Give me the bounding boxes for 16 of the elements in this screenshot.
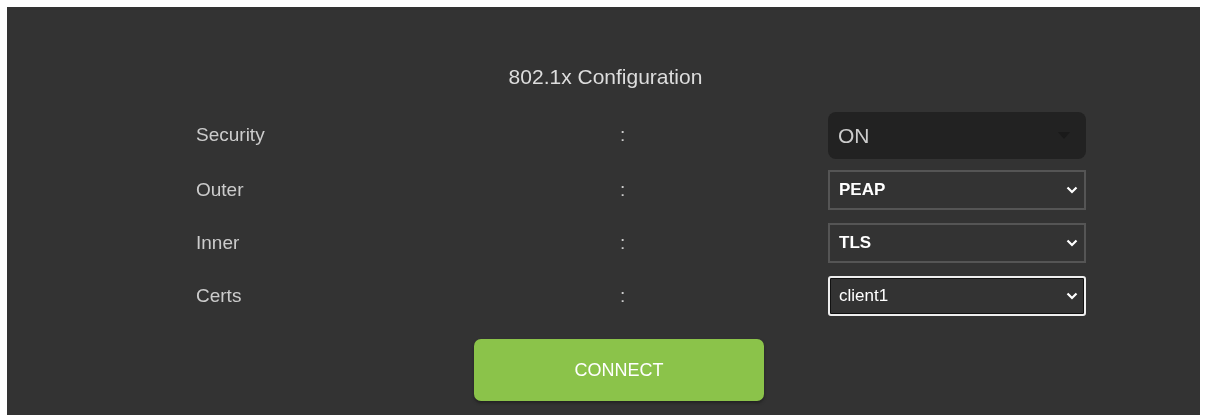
field-label: Outer (196, 179, 245, 201)
field-label: Security (196, 123, 266, 146)
separator: : (620, 123, 627, 146)
dropdown[interactable]: PEAP (828, 170, 1086, 210)
dropdown[interactable]: TLS (828, 223, 1086, 263)
chevron-down-icon (1066, 292, 1078, 300)
panel-title: 802.1x Configuration (507, 65, 704, 90)
chevron-down-icon (1066, 239, 1078, 247)
separator: : (620, 179, 627, 201)
field-label: Certs (196, 285, 243, 307)
separator: : (620, 232, 627, 254)
field-label: Inner (196, 232, 241, 254)
dropdown[interactable]: client1 (828, 276, 1086, 316)
separator: : (620, 285, 627, 307)
dropdown[interactable]: ON (828, 112, 1086, 159)
chevron-down-icon (1066, 186, 1078, 194)
